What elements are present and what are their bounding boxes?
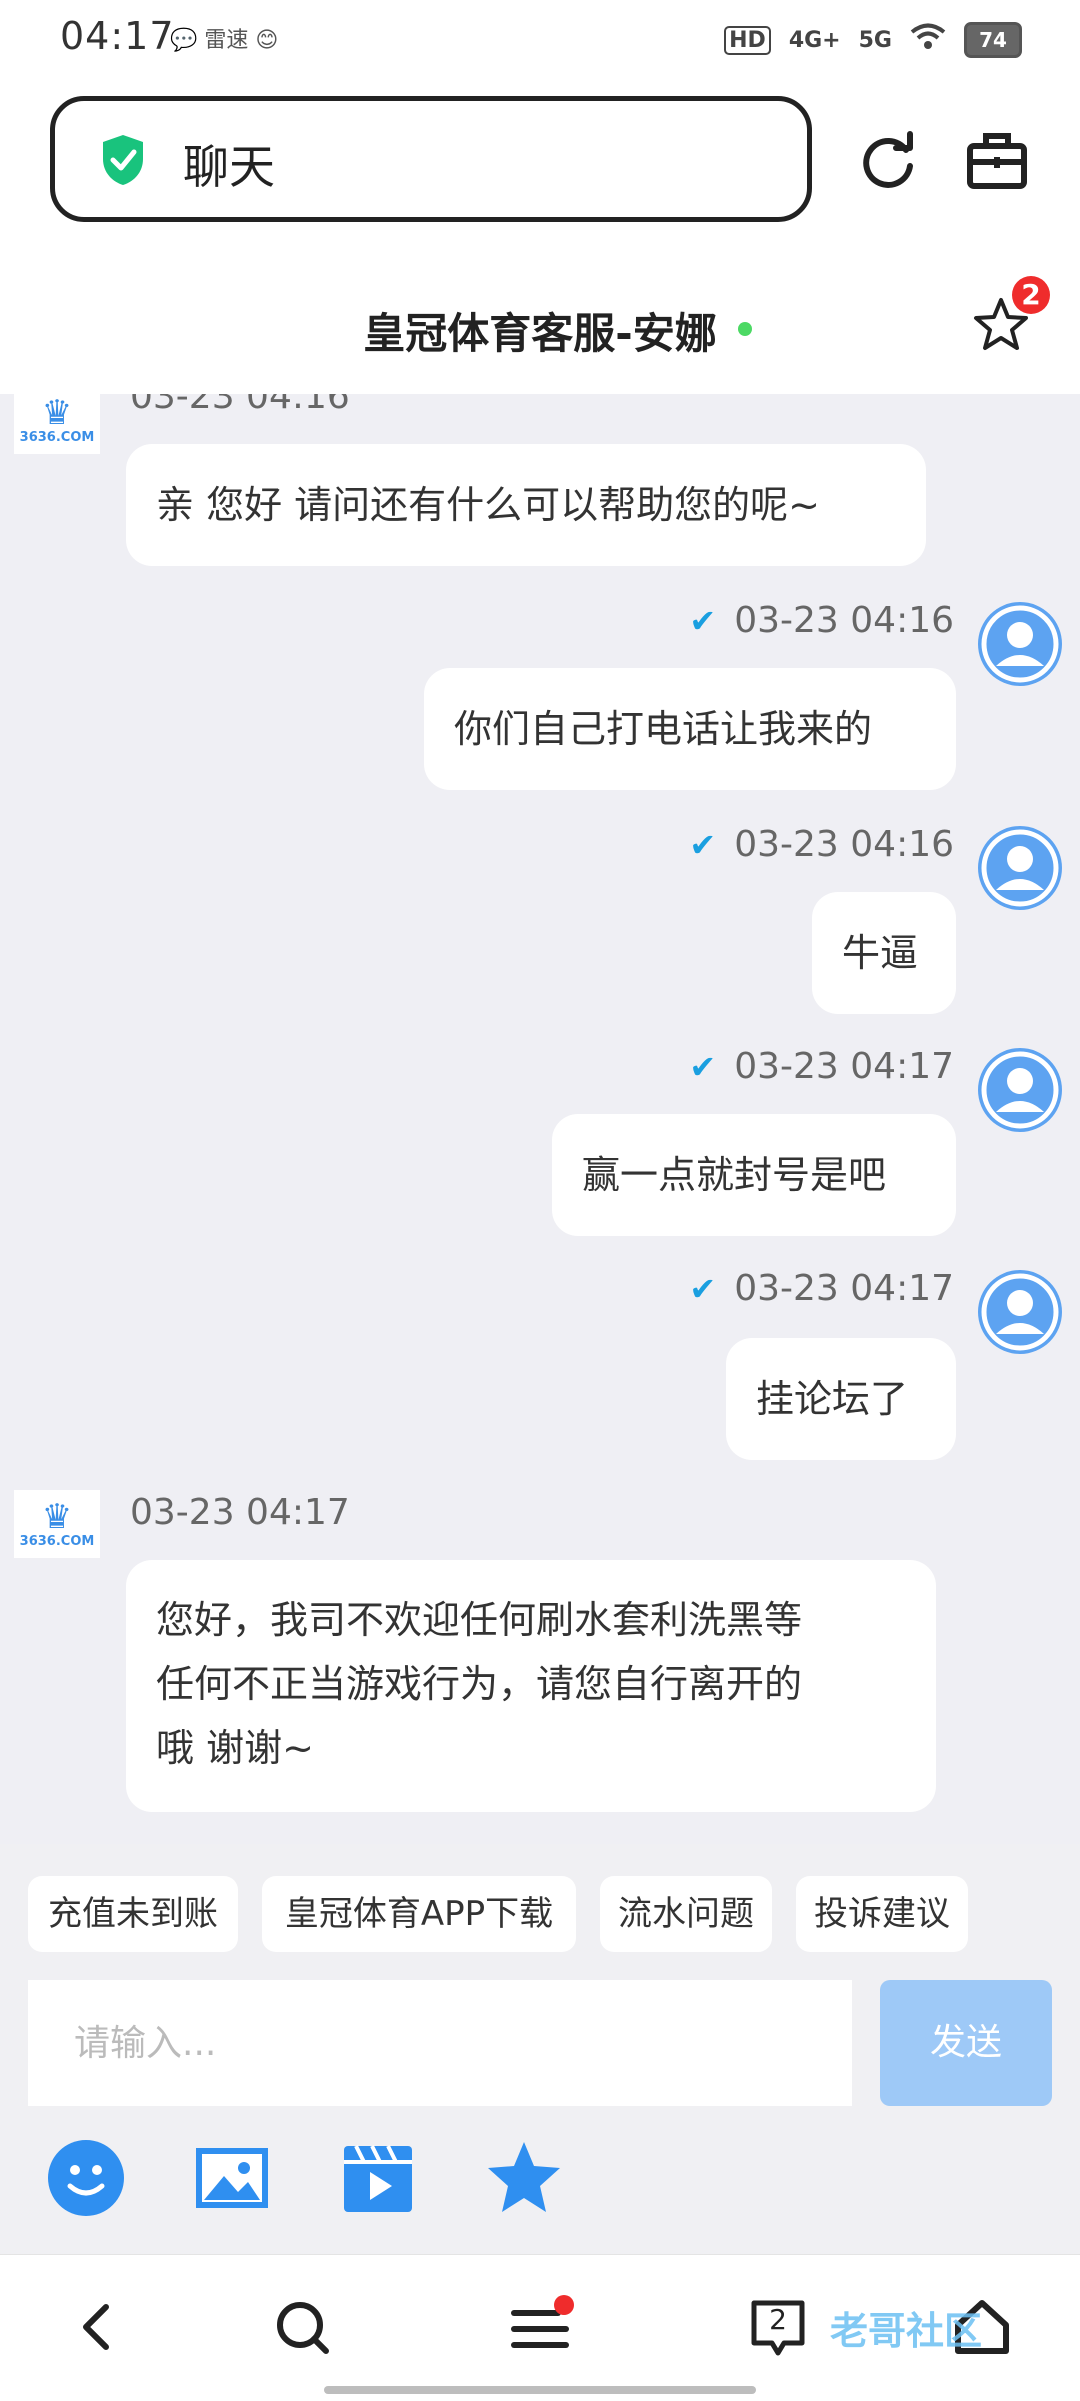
search-icon[interactable] — [270, 2295, 334, 2359]
user-message-bubble[interactable]: 赢一点就封号是吧 — [552, 1114, 956, 1236]
video-icon[interactable] — [338, 2138, 418, 2218]
address-bar[interactable]: 聊天 — [50, 96, 812, 222]
message-time: 03-23 04:16 — [130, 394, 350, 417]
read-check-icon: ✔ — [689, 602, 717, 640]
user-icon — [981, 1051, 1059, 1129]
read-check-icon: ✔ — [689, 1270, 717, 1308]
user-icon — [981, 605, 1059, 683]
agent-avatar: ♛ 3636.COM — [14, 1490, 100, 1558]
agent-message-bubble[interactable]: 亲 您好 请问还有什么可以帮助您的呢~ — [126, 444, 926, 566]
user-message-bubble[interactable]: 你们自己打电话让我来的 — [424, 668, 956, 790]
chat-messages[interactable]: ♛ 3636.COM 03-23 04:16 亲 您好 请问还有什么可以帮助您的… — [0, 394, 1080, 1844]
crown-icon: ♛ — [41, 394, 73, 433]
online-status-dot — [738, 322, 752, 336]
read-check-icon: ✔ — [689, 826, 717, 864]
crown-icon: ♛ — [41, 1496, 73, 1537]
signal-4g-icon: 4G+ — [788, 27, 841, 53]
notification-icons: 💬 雷速 😊 — [170, 28, 279, 53]
read-check-icon: ✔ — [689, 1048, 717, 1086]
toolbox-icon[interactable] — [966, 130, 1028, 192]
status-bar: 04:17 💬 雷速 😊 HD 4G+ 5G 74 — [0, 0, 1080, 84]
star-icon[interactable] — [484, 2138, 564, 2218]
composer-area: 充值未到账 皇冠体育APP下载 流水问题 投诉建议 发送 — [0, 1844, 1080, 2254]
tabs-count: 2 — [769, 2303, 787, 2336]
shield-icon — [103, 135, 143, 185]
user-avatar — [978, 602, 1062, 686]
message-time: ✔ 03-23 04:17 — [689, 1268, 954, 1309]
image-icon[interactable] — [192, 2138, 272, 2218]
emoji-icon[interactable] — [46, 2138, 126, 2218]
user-avatar — [978, 1048, 1062, 1132]
message-input[interactable] — [28, 1980, 852, 2106]
user-avatar — [978, 1270, 1062, 1354]
quick-reply-complaint[interactable]: 投诉建议 — [796, 1876, 968, 1952]
chat-title: 皇冠体育客服-安娜 — [363, 309, 717, 358]
status-right-icons: HD 4G+ 5G 74 — [724, 22, 1022, 58]
wifi-icon — [910, 23, 946, 57]
watermark-logo: 老哥社区 — [830, 2309, 983, 2353]
chat-header: 皇冠体育客服-安娜 2 — [0, 256, 1080, 394]
agent-message-bubble[interactable]: 您好，我司不欢迎任何刷水套利洗黑等 任何不正当游戏行为，请您自行离开的 哦 谢谢… — [126, 1560, 936, 1812]
send-button[interactable]: 发送 — [880, 1980, 1052, 2106]
message-time: 03-23 04:17 — [130, 1492, 350, 1533]
message-time: ✔ 03-23 04:17 — [689, 1046, 954, 1087]
quick-reply-turnover[interactable]: 流水问题 — [600, 1876, 772, 1952]
status-time: 04:17 — [60, 14, 175, 58]
menu-notification-dot — [554, 2295, 574, 2315]
gesture-bar[interactable] — [324, 2386, 756, 2394]
message-time: ✔ 03-23 04:16 — [689, 600, 954, 641]
user-message-bubble[interactable]: 挂论坛了 — [726, 1338, 956, 1460]
favorite-badge: 2 — [1012, 276, 1050, 314]
address-text: 聊天 — [183, 140, 275, 194]
user-message-bubble[interactable]: 牛逼 — [812, 892, 956, 1014]
message-time: ✔ 03-23 04:16 — [689, 824, 954, 865]
tabs-button[interactable]: 2 — [746, 2295, 810, 2359]
refresh-icon[interactable] — [856, 128, 920, 192]
back-icon[interactable] — [66, 2295, 130, 2359]
agent-avatar: ♛ 3636.COM — [14, 394, 100, 454]
battery-icon: 74 — [964, 22, 1022, 58]
user-icon — [981, 829, 1059, 907]
quick-reply-app-download[interactable]: 皇冠体育APP下载 — [262, 1876, 576, 1952]
user-icon — [981, 1273, 1059, 1351]
user-avatar — [978, 826, 1062, 910]
signal-5g-icon: 5G — [858, 27, 892, 53]
quick-reply-recharge[interactable]: 充值未到账 — [28, 1876, 238, 1952]
hd-icon: HD — [724, 25, 771, 55]
